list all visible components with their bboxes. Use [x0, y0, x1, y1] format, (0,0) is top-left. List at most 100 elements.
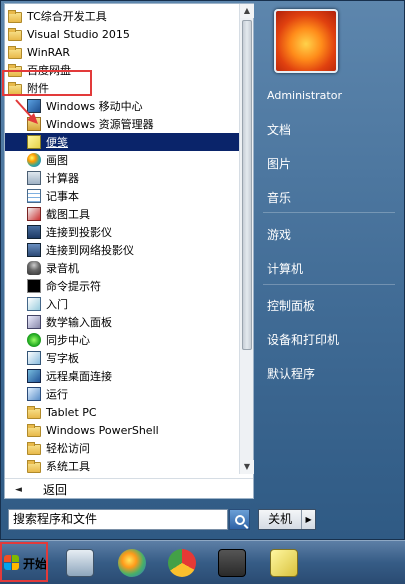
taskbar: 开始	[0, 540, 405, 584]
sticky-notes-icon	[270, 549, 298, 577]
highlight-box-accessories	[2, 70, 92, 96]
taskbar-button[interactable]	[110, 544, 154, 582]
folder-icon	[8, 27, 22, 41]
program-list-scrollbar[interactable]: ▲ ▼	[239, 4, 254, 474]
taskbar-button[interactable]	[58, 544, 102, 582]
scroll-thumb[interactable]	[242, 20, 252, 350]
right-item[interactable]: 默认程序	[259, 361, 399, 385]
folder-icon	[27, 405, 41, 419]
program-item-label: 录音机	[46, 262, 79, 275]
program-item[interactable]: 写字板	[5, 349, 239, 367]
right-item[interactable]: 文档	[259, 117, 399, 141]
right-item[interactable]: 控制面板	[259, 293, 399, 317]
program-item[interactable]: 记事本	[5, 187, 239, 205]
program-item[interactable]: 命令提示符	[5, 277, 239, 295]
magnifier-icon	[234, 514, 245, 525]
shutdown-options-arrow-icon[interactable]: ▶	[302, 510, 315, 529]
projector-icon	[27, 225, 41, 239]
program-item[interactable]: 连接到投影仪	[5, 223, 239, 241]
command-prompt-icon	[27, 279, 41, 293]
program-item-label: 命令提示符	[46, 280, 101, 293]
search-button[interactable]	[229, 509, 250, 530]
folder-icon	[27, 459, 41, 473]
remote-desktop-icon	[27, 369, 41, 383]
right-item[interactable]: 音乐	[259, 185, 399, 209]
program-item-label: 同步中心	[46, 334, 90, 347]
chrome-icon	[168, 549, 196, 577]
program-item-label: TC综合开发工具	[27, 10, 107, 23]
program-item-label: 便笺	[46, 136, 68, 149]
program-item[interactable]: 轻松访问	[5, 439, 239, 457]
wordpad-icon	[27, 351, 41, 365]
program-item[interactable]: TC综合开发工具	[5, 7, 239, 25]
program-item-label: Windows 移动中心	[46, 100, 143, 113]
program-item-label: 连接到网络投影仪	[46, 244, 134, 257]
paint-icon	[27, 153, 41, 167]
program-item-label: 写字板	[46, 352, 79, 365]
right-item[interactable]: 设备和打印机	[259, 327, 399, 351]
program-item[interactable]: WinRAR	[5, 43, 239, 61]
program-item[interactable]: 截图工具	[5, 205, 239, 223]
folder-icon	[27, 441, 41, 455]
program-item-label: 远程桌面连接	[46, 370, 112, 383]
folder-icon	[8, 9, 22, 23]
network-projector-icon	[27, 243, 41, 257]
program-item-label: 入门	[46, 298, 68, 311]
snipping-tool-icon	[27, 207, 41, 221]
paint-icon	[118, 549, 146, 577]
program-item[interactable]: Visual Studio 2015	[5, 25, 239, 43]
scroll-up-arrow-icon[interactable]: ▲	[240, 4, 254, 18]
program-item-label: 记事本	[46, 190, 79, 203]
program-item-label: Windows 资源管理器	[46, 118, 154, 131]
program-item[interactable]: 入门	[5, 295, 239, 313]
back-arrow-icon: ◄	[15, 484, 22, 495]
right-item[interactable]: 图片	[259, 151, 399, 175]
program-item[interactable]: 同步中心	[5, 331, 239, 349]
program-item[interactable]: 连接到网络投影仪	[5, 241, 239, 259]
right-pane-separator	[263, 212, 395, 213]
scroll-down-arrow-icon[interactable]: ▼	[240, 460, 254, 474]
program-item[interactable]: 系统工具	[5, 457, 239, 474]
program-item[interactable]: 便笺	[5, 133, 239, 151]
search-input[interactable]: 搜索程序和文件	[8, 509, 228, 530]
program-item-label: 轻松访问	[46, 442, 90, 455]
shutdown-button[interactable]: 关机 ▶	[258, 509, 316, 530]
run-icon	[27, 387, 41, 401]
program-item-label: 画图	[46, 154, 68, 167]
right-item[interactable]: 计算机	[259, 256, 399, 280]
program-item[interactable]: 录音机	[5, 259, 239, 277]
user-avatar[interactable]	[274, 9, 338, 73]
taskbar-button[interactable]	[160, 544, 204, 582]
folder-icon	[27, 423, 41, 437]
program-item[interactable]: Tablet PC	[5, 403, 239, 421]
taskbar-button[interactable]	[262, 544, 306, 582]
program-item[interactable]: Windows PowerShell	[5, 421, 239, 439]
program-item[interactable]: 计算器	[5, 169, 239, 187]
highlight-box-start	[0, 542, 48, 582]
program-item-label: Windows PowerShell	[46, 423, 159, 437]
shutdown-label: 关机	[259, 510, 303, 529]
annotation-arrow-icon	[15, 99, 38, 124]
math-input-icon	[27, 315, 41, 329]
back-button[interactable]: ◄ 返回	[5, 478, 253, 500]
right-pane-separator	[263, 284, 395, 285]
sublime-text-icon	[218, 549, 246, 577]
notepad-icon	[27, 189, 41, 203]
program-item[interactable]: 画图	[5, 151, 239, 169]
microphone-icon	[27, 261, 41, 275]
program-item-label: Visual Studio 2015	[27, 27, 130, 41]
program-item-label: 计算器	[46, 172, 79, 185]
program-item[interactable]: 运行	[5, 385, 239, 403]
program-item-label: 运行	[46, 388, 68, 401]
folder-icon	[8, 45, 22, 59]
program-item-label: 连接到投影仪	[46, 226, 112, 239]
program-item-label: 截图工具	[46, 208, 90, 221]
program-item-label: 数学输入面板	[46, 316, 112, 329]
taskbar-button[interactable]	[210, 544, 254, 582]
calculator-icon	[66, 549, 94, 577]
program-item[interactable]: 远程桌面连接	[5, 367, 239, 385]
right-item[interactable]: 游戏	[259, 222, 399, 246]
right-item-user[interactable]: Administrator	[259, 83, 399, 107]
program-item[interactable]: 数学输入面板	[5, 313, 239, 331]
sync-center-icon	[27, 333, 41, 347]
